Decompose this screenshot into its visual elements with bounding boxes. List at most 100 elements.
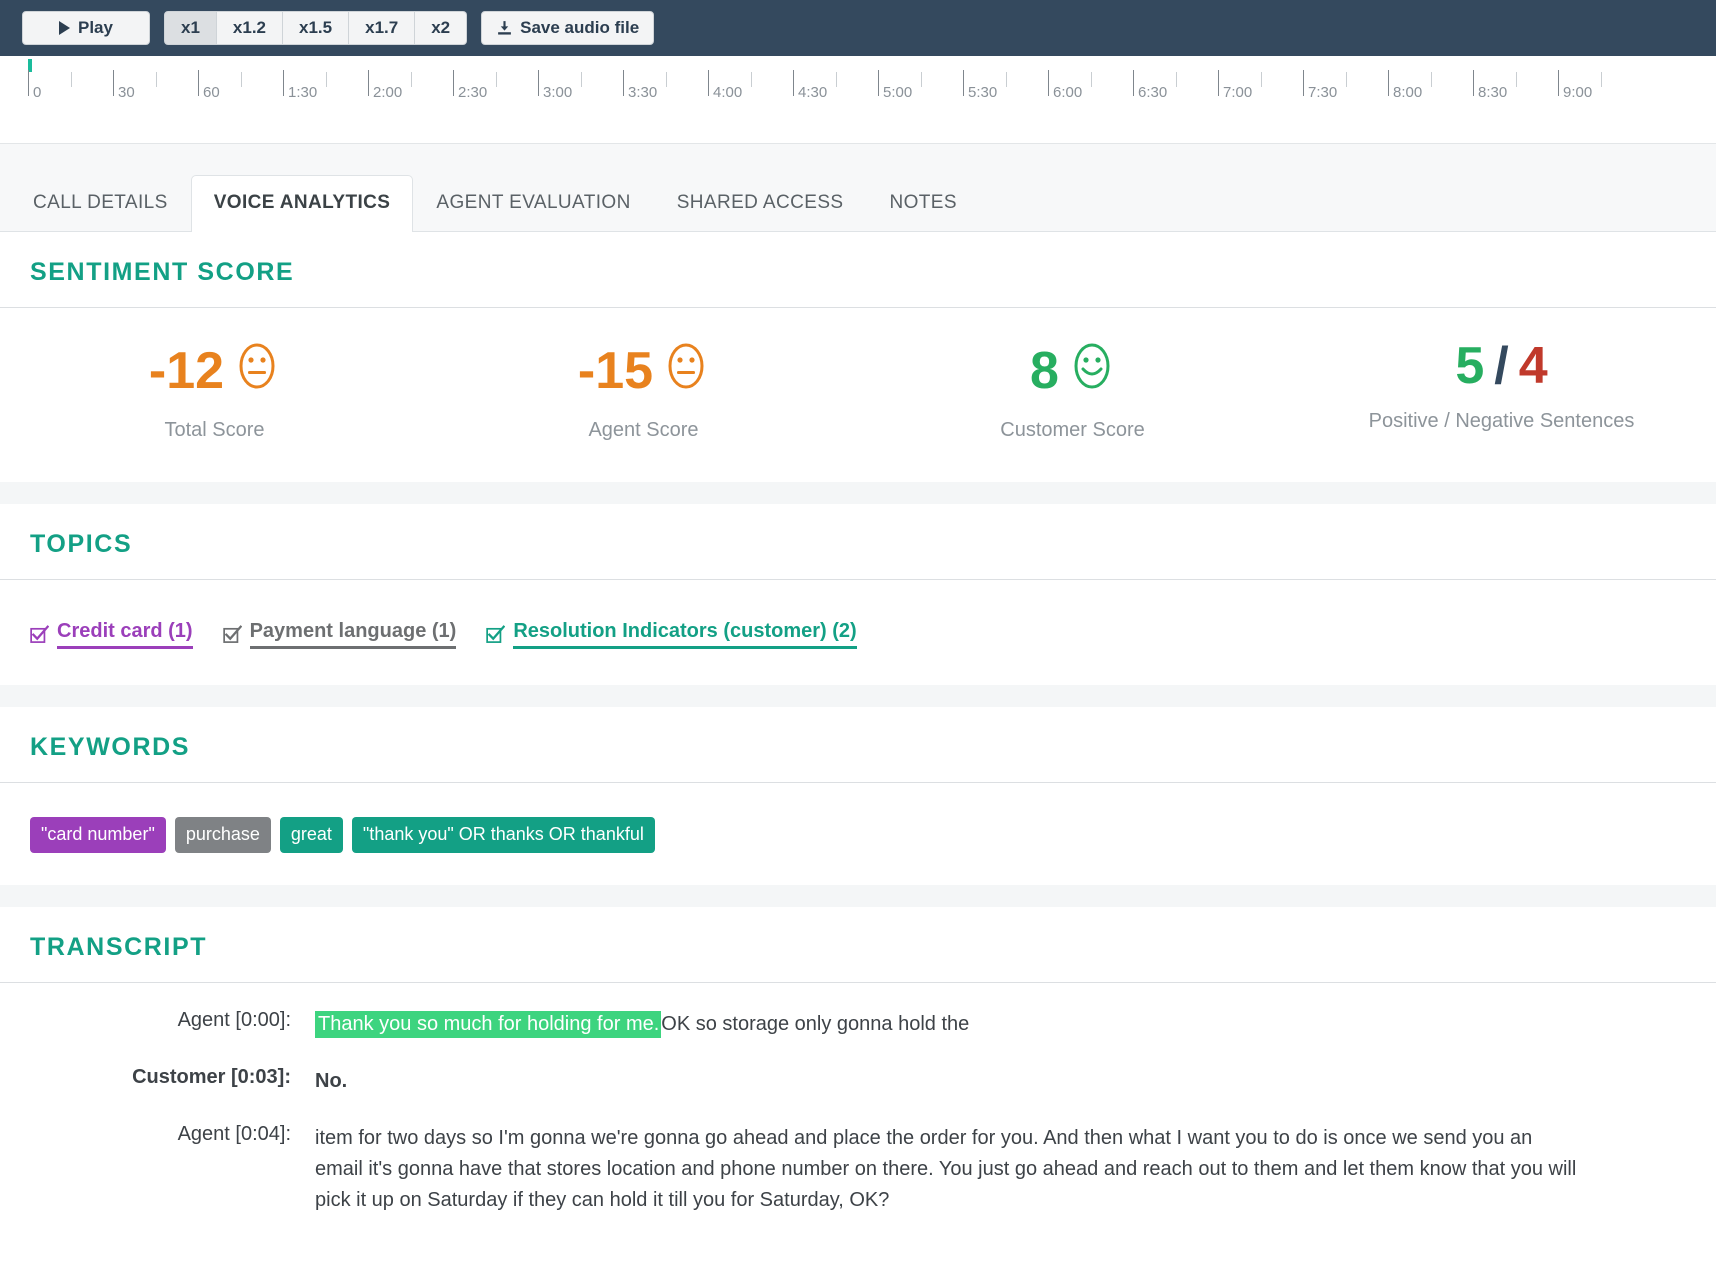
ruler-tick-minor (1090, 72, 1092, 87)
sentiment-score-header: SENTIMENT SCORE (0, 232, 1716, 308)
transcript-text: No. (315, 1070, 348, 1092)
ruler-tick-label: 8:00 (1393, 84, 1423, 101)
panel-divider (0, 482, 1716, 504)
positive-negative-value-row: 5 / 4 (1287, 340, 1716, 392)
speed-x2-button[interactable]: x2 (415, 11, 468, 45)
ruler-tick-minor (410, 72, 412, 87)
transcript-body: Agent [0:00]: Thank you so much for hold… (0, 983, 1716, 1272)
ruler-tick-label: 6:30 (1138, 84, 1168, 101)
ruler-tick-minor (240, 72, 242, 87)
topics-panel: TOPICS Credit card (1) Payment language … (0, 504, 1716, 685)
ruler-tick-label: 5:30 (968, 84, 998, 101)
agent-score-label: Agent Score (588, 419, 699, 441)
topic-resolution-indicators-label: Resolution Indicators (customer) (2) (513, 620, 857, 649)
play-button[interactable]: Play (22, 11, 150, 45)
timeline-ruler[interactable]: 0 30 60 1:30 2:00 2:30 3:00 3:30 4:00 4:30 5:00 5:3… (0, 56, 1716, 116)
panel-divider (0, 685, 1716, 707)
ruler-tick-label: 9:00 (1563, 84, 1593, 101)
speed-x1-2-button[interactable]: x1.2 (216, 11, 284, 45)
positive-negative-cell: 5 / 4 Positive / Negative Sentences (1287, 340, 1716, 442)
keyword-badge-thank-you[interactable]: "thank you" OR thanks OR thankful (351, 817, 655, 853)
total-score-cell: -12 Total Score (0, 340, 429, 442)
ruler-tick-minor (495, 72, 497, 87)
customer-score-value-row: 8 (858, 340, 1287, 401)
topic-payment-language[interactable]: Payment language (1) (222, 620, 457, 649)
topic-resolution-indicators[interactable]: Resolution Indicators (customer) (2) (486, 620, 857, 649)
topic-payment-language-label: Payment language (1) (249, 620, 457, 649)
total-score-label: Total Score (164, 419, 265, 441)
ruler-tick-label: 3:00 (543, 84, 573, 101)
transcript-title: TRANSCRIPT (30, 933, 208, 961)
neutral-face-icon (234, 340, 280, 401)
agent-score-cell: -15 Agent Score (429, 340, 858, 442)
keyword-badge-card-number[interactable]: "card number" (30, 817, 166, 853)
topic-credit-card-label: Credit card (1) (57, 620, 193, 649)
ruler-tick-minor (750, 72, 752, 87)
customer-score-value: 8 (1030, 341, 1059, 400)
ruler-tick-minor (835, 72, 837, 87)
tab-call-details[interactable]: CALL DETAILS (10, 175, 191, 232)
transcript-speaker: Agent [0:04]: (177, 1123, 291, 1145)
ruler-tick-label: 0 (33, 84, 42, 101)
tab-notes[interactable]: NOTES (866, 175, 979, 232)
speed-x1-5-button[interactable]: x1.5 (283, 11, 350, 45)
ruler-tick-minor (1005, 72, 1007, 87)
ruler-tick-label: 6:00 (1053, 84, 1083, 101)
audio-player-toolbar: Play x1 x1.2 x1.5 x1.7 x2 Save audio fil… (0, 0, 1716, 56)
agent-score-value: -15 (577, 341, 654, 400)
speed-x1-button[interactable]: x1 (164, 11, 217, 45)
transcript-speaker: Agent [0:00]: (177, 1009, 291, 1031)
keyword-badge-purchase[interactable]: purchase (174, 817, 271, 853)
ruler-tick-label: 4:00 (713, 84, 743, 101)
transcript-line: Customer [0:03]: No. (30, 1066, 1686, 1123)
ruler-tick-label: 30 (118, 84, 135, 101)
tab-voice-analytics[interactable]: VOICE ANALYTICS (190, 175, 414, 232)
play-triangle-icon (59, 21, 70, 35)
topics-header: TOPICS (0, 504, 1716, 580)
panel-divider (0, 885, 1716, 907)
total-score-value-row: -12 (0, 340, 429, 401)
negative-sentences-value: 4 (1518, 337, 1548, 395)
save-audio-file-label: Save audio file (520, 18, 640, 37)
checkbox-checked-icon[interactable] (30, 625, 49, 644)
keyword-badge-great[interactable]: great (279, 817, 343, 853)
ruler-tick-label: 2:30 (458, 84, 488, 101)
ruler-tick-minor (1345, 72, 1347, 87)
customer-score-label: Customer Score (1000, 419, 1145, 441)
save-audio-file-button[interactable]: Save audio file (481, 11, 655, 45)
transcript-highlight[interactable]: Thank you so much for holding for me. (315, 1011, 662, 1038)
tab-shared-access[interactable]: SHARED ACCESS (654, 175, 867, 232)
agent-score-value-row: -15 (429, 340, 858, 401)
ruler-tick-minor (155, 72, 157, 87)
sentiment-score-title: SENTIMENT SCORE (30, 258, 295, 286)
transcript-text-rest: OK so storage only gonna hold the (661, 1013, 970, 1035)
ruler-tick-label: 7:00 (1223, 84, 1253, 101)
keywords-header: KEYWORDS (0, 707, 1716, 783)
ruler-tick-label: 3:30 (628, 84, 658, 101)
checkbox-checked-icon[interactable] (222, 625, 242, 644)
ruler-tick-label: 2:00 (373, 84, 403, 101)
ruler-tick-label: 4:30 (798, 84, 828, 101)
ruler-tick-minor (920, 72, 922, 87)
tab-agent-evaluation[interactable]: AGENT EVALUATION (413, 175, 653, 232)
topics-body: Credit card (1) Payment language (1) Res… (0, 580, 1716, 685)
positive-sentences-value: 5 (1455, 337, 1485, 395)
transcript-panel: TRANSCRIPT Agent [0:00]: Thank you so mu… (0, 907, 1716, 1272)
keywords-title: KEYWORDS (30, 733, 191, 761)
customer-score-cell: 8 Customer Score (858, 340, 1287, 442)
waveform-timeline[interactable]: 0 30 60 1:30 2:00 2:30 3:00 3:30 4:00 4:30 5:00 5:3… (0, 56, 1716, 144)
checkbox-checked-icon[interactable] (486, 625, 506, 644)
total-score-value: -12 (148, 341, 225, 400)
download-icon (496, 20, 513, 37)
ruler-tick-label: 1:30 (288, 84, 318, 101)
topics-list: Credit card (1) Payment language (1) Res… (30, 610, 1686, 655)
ruler-tick-minor (1430, 72, 1432, 87)
ruler-tick-label: 60 (203, 84, 220, 101)
transcript-line: Agent [0:00]: Thank you so much for hold… (30, 1009, 1686, 1066)
topic-credit-card[interactable]: Credit card (1) (30, 620, 193, 649)
ruler-tick-minor (580, 72, 582, 87)
transcript-line: Agent [0:04]: item for two days so I'm g… (30, 1123, 1686, 1242)
speed-x1-7-button[interactable]: x1.7 (349, 11, 416, 45)
ruler-tick-minor (1515, 72, 1517, 87)
keywords-panel: KEYWORDS "card number" purchase great "t… (0, 707, 1716, 885)
